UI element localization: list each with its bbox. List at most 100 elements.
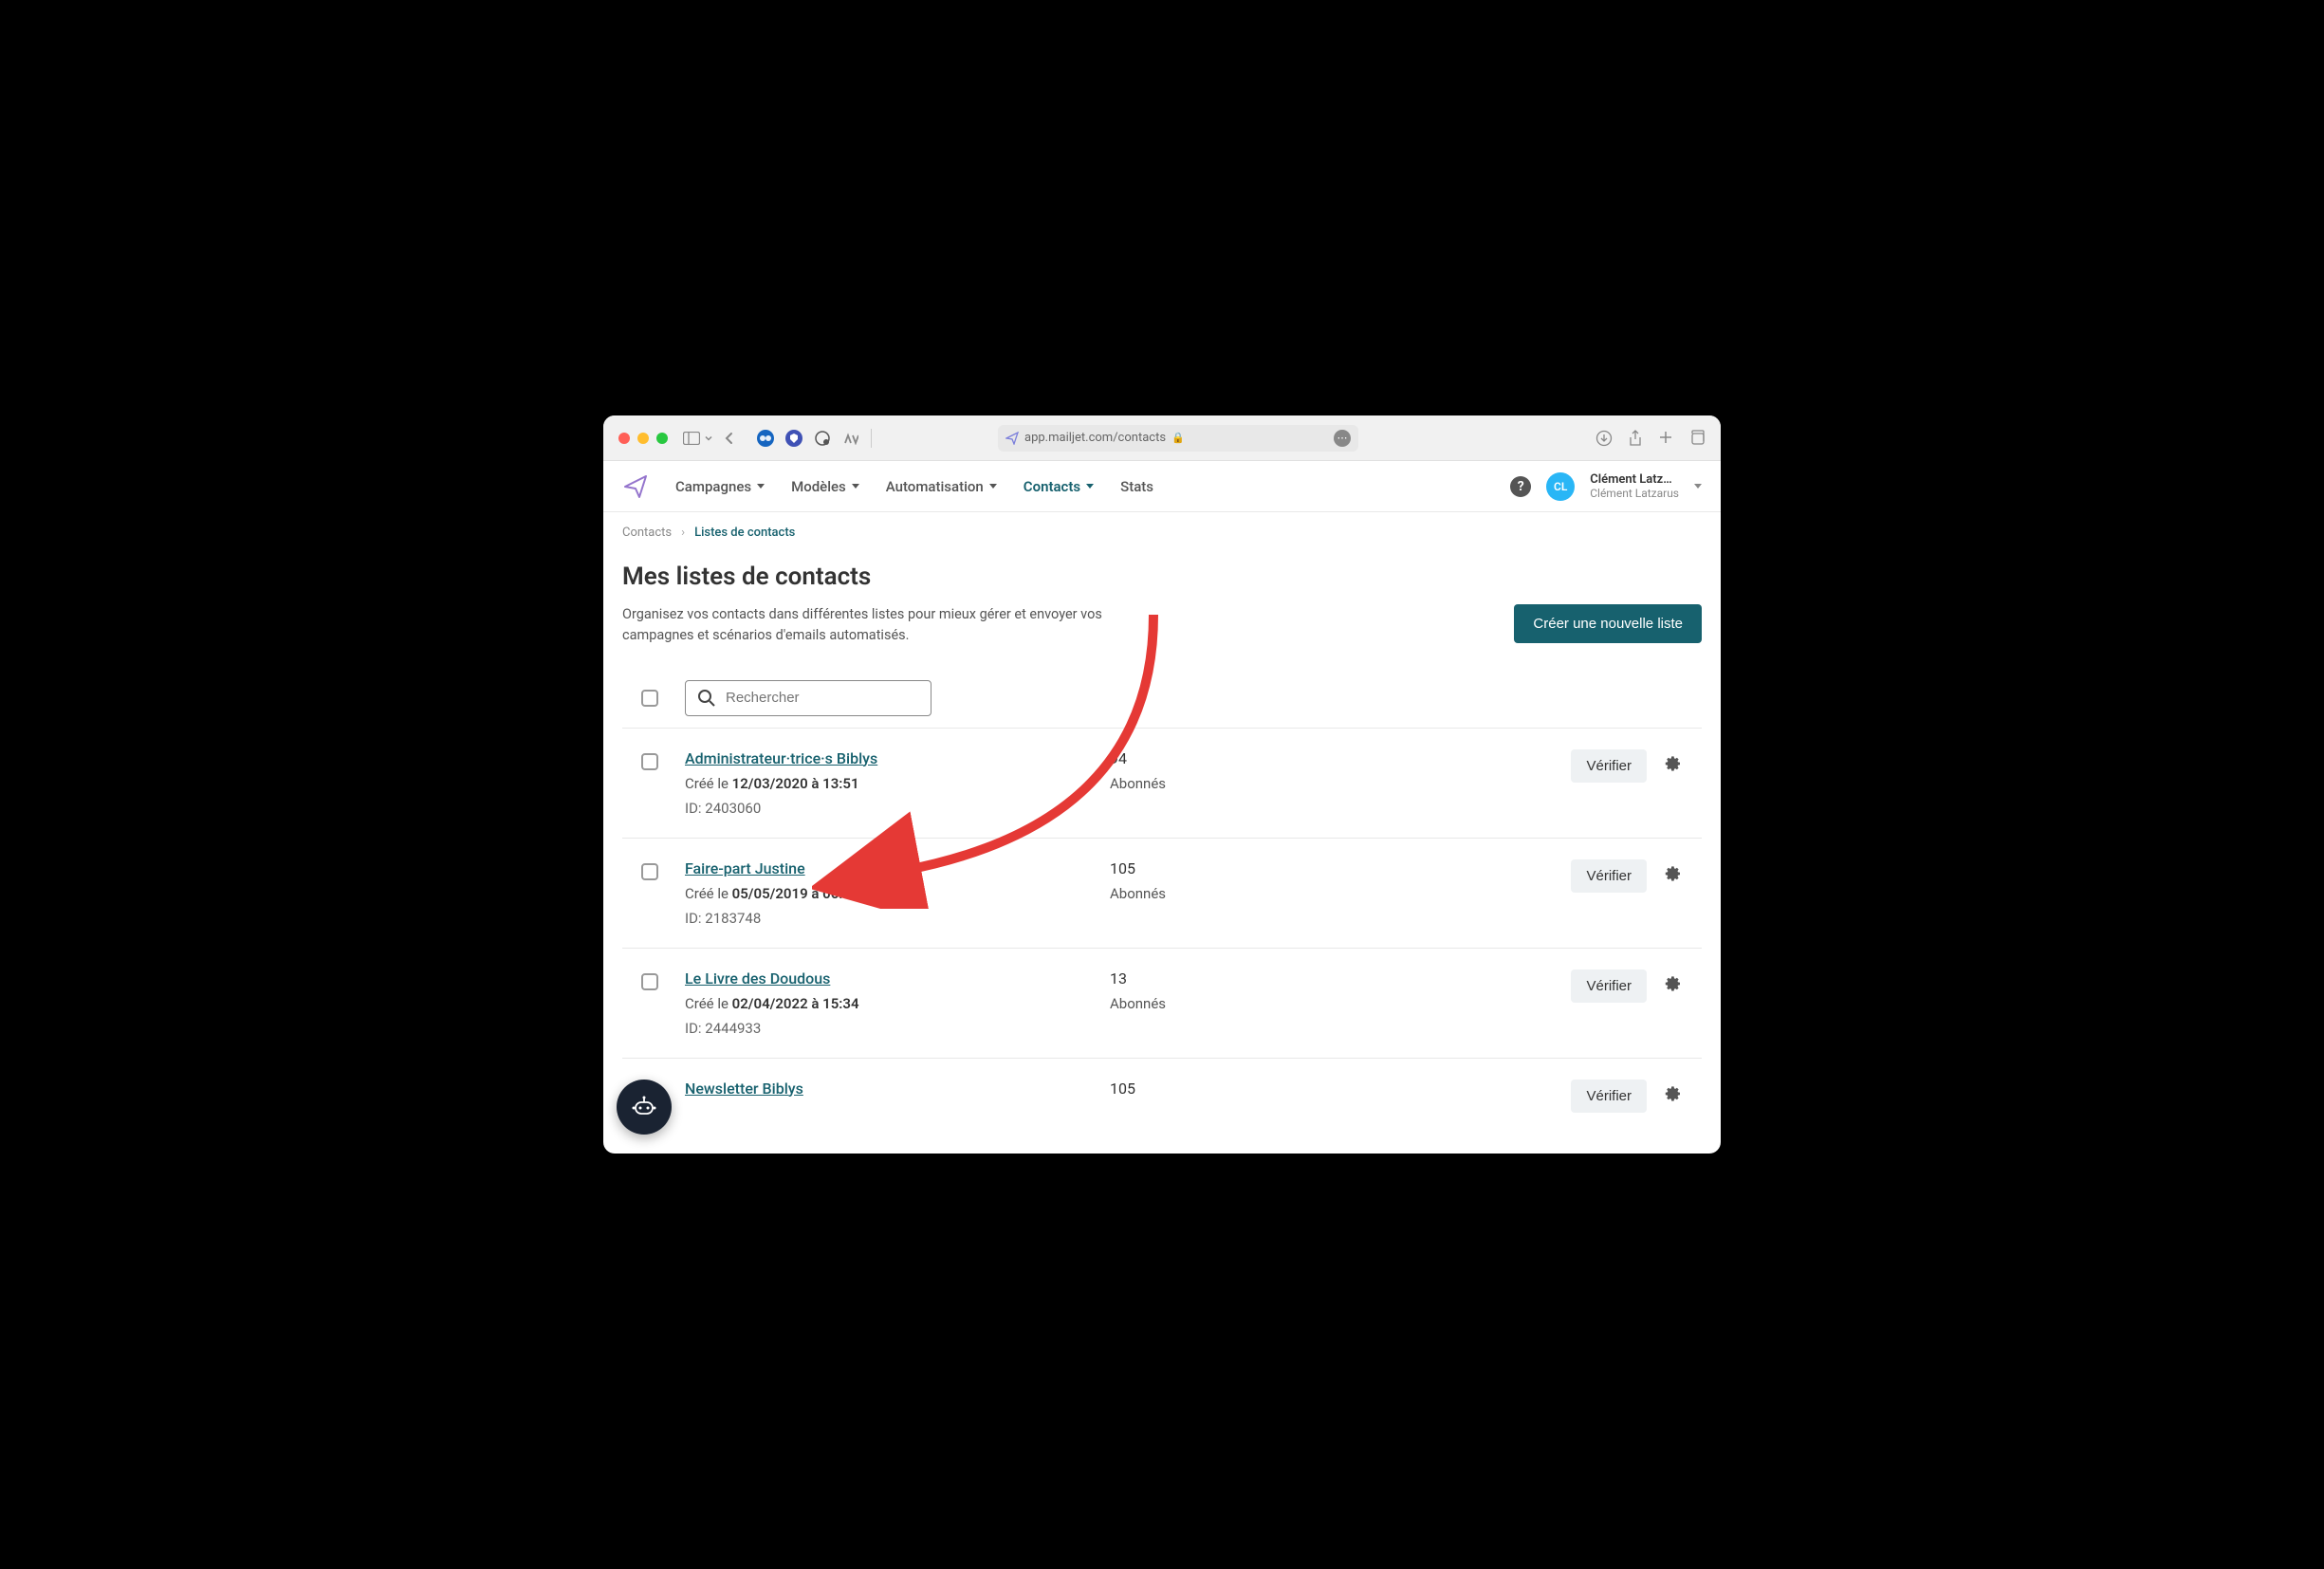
row-main: Faire-part Justine Créé le 05/05/2019 à 0… <box>685 859 1083 927</box>
app-logo[interactable] <box>622 473 649 500</box>
list-row: Le Livre des Doudous Créé le 02/04/2022 à… <box>622 948 1702 1058</box>
list-row: Faire-part Justine Créé le 05/05/2019 à 0… <box>622 838 1702 948</box>
maximize-window-button[interactable] <box>656 433 668 444</box>
caret-down-icon <box>1086 484 1094 489</box>
row-actions: Vérifier <box>1571 1080 1683 1113</box>
download-icon[interactable] <box>1595 430 1613 447</box>
gear-icon[interactable] <box>1664 864 1683 887</box>
url-bar[interactable]: app.mailjet.com/contacts 🔒 ⋯ <box>998 425 1358 452</box>
caret-down-icon <box>852 484 859 489</box>
row-actions: Vérifier <box>1571 749 1683 783</box>
row-actions: Vérifier <box>1571 969 1683 1003</box>
verify-button[interactable]: Vérifier <box>1571 859 1647 893</box>
extension-icon-4[interactable] <box>842 430 859 447</box>
select-all-checkbox[interactable] <box>641 690 658 707</box>
nav-item-modèles[interactable]: Modèles <box>791 478 859 495</box>
page-subtitle: Organisez vos contacts dans différentes … <box>622 604 1134 646</box>
caret-down-icon <box>757 484 765 489</box>
user-avatar[interactable]: CL <box>1546 472 1575 501</box>
verify-button[interactable]: Vérifier <box>1571 749 1647 783</box>
breadcrumb-root[interactable]: Contacts <box>622 526 672 540</box>
gear-icon[interactable] <box>1664 754 1683 777</box>
page-title: Mes listes de contacts <box>622 563 1702 591</box>
row-actions: Vérifier <box>1571 859 1683 893</box>
window-controls <box>618 433 668 444</box>
user-block[interactable]: Clément Latz… Clément Latzarus <box>1590 472 1679 500</box>
search-box[interactable] <box>685 680 931 716</box>
create-list-button[interactable]: Créer une nouvelle liste <box>1514 604 1702 643</box>
gear-icon[interactable] <box>1664 974 1683 997</box>
row-main: Newsletter Biblys <box>685 1080 1083 1098</box>
nav-items: Campagnes Modèles Automatisation Contacts St… <box>675 478 1153 495</box>
nav-item-label: Modèles <box>791 478 846 495</box>
row-main: Le Livre des Doudous Créé le 02/04/2022 à… <box>685 969 1083 1037</box>
extension-icon-3[interactable] <box>814 430 831 447</box>
row-created-meta: Créé le 02/04/2022 à 15:34 <box>685 995 1083 1012</box>
minimize-window-button[interactable] <box>637 433 649 444</box>
list-container: Administrateur·trice·s Biblys Créé le 12/… <box>622 728 1702 1134</box>
row-checkbox[interactable] <box>641 863 658 880</box>
caret-down-icon <box>989 484 997 489</box>
row-count-column: 13Abonnés <box>1110 969 1544 1012</box>
subscriber-label: Abonnés <box>1110 885 1544 902</box>
verify-button[interactable]: Vérifier <box>1571 969 1647 1003</box>
list-name-link[interactable]: Administrateur·trice·s Biblys <box>685 749 877 767</box>
chevron-down-icon <box>704 434 713 443</box>
nav-item-label: Stats <box>1120 478 1153 495</box>
gear-icon[interactable] <box>1664 1084 1683 1107</box>
row-created-meta: Créé le 05/05/2019 à 06:48 <box>685 885 1083 902</box>
extension-icon-1[interactable] <box>757 430 774 447</box>
browser-toolbar: app.mailjet.com/contacts 🔒 ⋯ <box>603 415 1721 461</box>
nav-right: ? CL Clément Latz… Clément Latzarus <box>1510 472 1702 501</box>
user-menu-caret-icon[interactable] <box>1694 484 1702 489</box>
tabs-icon[interactable] <box>1688 430 1706 445</box>
row-count-column: 94 Abonnés <box>1110 749 1544 792</box>
divider <box>871 429 872 448</box>
close-window-button[interactable] <box>618 433 630 444</box>
list-name-link[interactable]: Newsletter Biblys <box>685 1080 803 1098</box>
send-icon <box>1005 432 1019 445</box>
row-created-meta: Créé le 12/03/2020 à 13:51 <box>685 775 1083 792</box>
list-name-link[interactable]: Faire-part Justine <box>685 859 805 877</box>
browser-right-icons <box>1595 430 1706 447</box>
subscriber-label: Abonnés <box>1110 775 1544 792</box>
extension-icons <box>757 430 859 447</box>
row-checkbox[interactable] <box>641 753 658 770</box>
url-menu-icon[interactable]: ⋯ <box>1334 430 1351 447</box>
back-button[interactable] <box>721 430 738 447</box>
verify-button[interactable]: Vérifier <box>1571 1080 1647 1113</box>
search-row <box>622 680 1702 716</box>
main-content: Mes listes de contacts Organisez vos con… <box>603 553 1721 1153</box>
chat-widget-button[interactable] <box>617 1080 672 1135</box>
help-icon[interactable]: ? <box>1510 476 1531 497</box>
app-window: app.mailjet.com/contacts 🔒 ⋯ Campagnes Mo… <box>603 415 1721 1154</box>
extension-icon-2[interactable] <box>785 430 802 447</box>
new-tab-icon[interactable] <box>1658 430 1673 445</box>
row-checkbox[interactable] <box>641 973 658 990</box>
nav-item-contacts[interactable]: Contacts <box>1024 478 1094 495</box>
row-id: ID: 2403060 <box>685 800 1083 817</box>
subscriber-label: Abonnés <box>1110 995 1544 1012</box>
list-row: Administrateur·trice·s Biblys Créé le 12/… <box>622 728 1702 838</box>
search-input[interactable] <box>726 690 919 706</box>
nav-item-label: Contacts <box>1024 478 1080 495</box>
list-row: Newsletter Biblys105Vérifier <box>622 1058 1702 1134</box>
subscriber-count: 94 <box>1110 749 1544 767</box>
row-main: Administrateur·trice·s Biblys Créé le 12/… <box>685 749 1083 817</box>
chevron-right-icon: › <box>681 526 685 540</box>
row-count-column: 105 Abonnés <box>1110 859 1544 902</box>
url-text: app.mailjet.com/contacts <box>1024 431 1166 445</box>
user-name: Clément Latz… <box>1590 472 1679 487</box>
nav-item-label: Campagnes <box>675 478 751 495</box>
nav-item-automatisation[interactable]: Automatisation <box>886 478 997 495</box>
nav-item-campagnes[interactable]: Campagnes <box>675 478 765 495</box>
lock-icon: 🔒 <box>1171 432 1185 444</box>
breadcrumb-current: Listes de contacts <box>694 526 795 540</box>
breadcrumb: Contacts › Listes de contacts <box>603 512 1721 553</box>
subscriber-count: 105 <box>1110 859 1544 877</box>
list-name-link[interactable]: Le Livre des Doudous <box>685 969 830 988</box>
app-nav: Campagnes Modèles Automatisation Contacts St… <box>603 461 1721 512</box>
sidebar-toggle-button[interactable] <box>683 432 713 445</box>
share-icon[interactable] <box>1628 430 1643 447</box>
nav-item-stats[interactable]: Stats <box>1120 478 1153 495</box>
